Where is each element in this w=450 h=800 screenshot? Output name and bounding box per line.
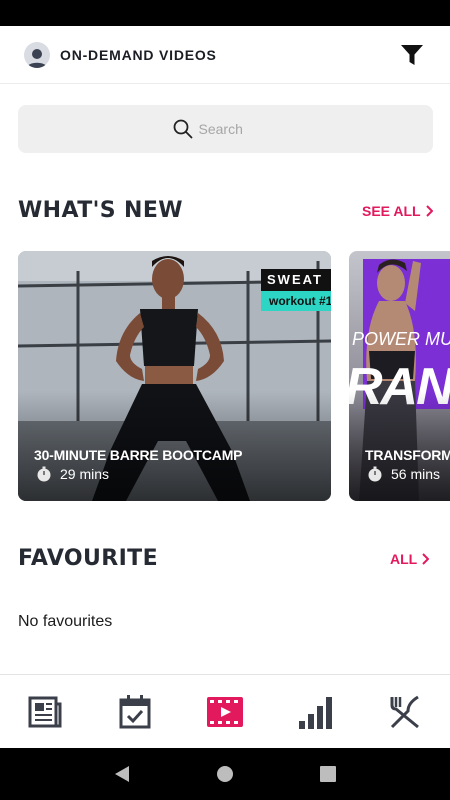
user-icon <box>27 48 47 68</box>
all-favourites-link[interactable]: ALL <box>390 551 430 567</box>
card-gradient <box>18 391 331 501</box>
app-header: ON-DEMAND VIDEOS <box>0 26 450 84</box>
chevron-right-icon <box>422 553 430 565</box>
system-nav-bar <box>0 748 450 800</box>
card-duration: 56 mins <box>367 466 440 482</box>
duration-text: 56 mins <box>391 466 441 482</box>
video-icon <box>207 696 243 727</box>
card-title: TRANSFORM <box>365 447 450 463</box>
calendar-check-icon <box>119 694 151 728</box>
news-icon <box>28 696 62 727</box>
see-all-link[interactable]: SEE ALL <box>362 203 433 219</box>
search-bar[interactable] <box>18 105 433 153</box>
home-button[interactable] <box>205 754 245 794</box>
duration-text: 29 mins <box>60 466 110 482</box>
nav-news[interactable] <box>15 682 75 742</box>
sweat-badge: SWEAT workout #1 <box>261 269 331 311</box>
video-card[interactable]: POWER MUS RAN TRANSFORM 56 mins <box>349 251 450 501</box>
stats-icon <box>299 696 332 729</box>
food-icon <box>390 695 419 728</box>
chevron-right-icon <box>425 205 433 217</box>
bottom-nav <box>0 674 450 748</box>
search-icon <box>173 119 193 139</box>
all-label: ALL <box>390 551 418 567</box>
whats-new-heading: WHAT'S NEW <box>18 198 183 223</box>
status-bar <box>0 0 450 26</box>
stopwatch-icon <box>368 466 382 482</box>
home-circle-icon <box>216 766 233 782</box>
card-gradient <box>349 391 450 501</box>
whats-new-carousel[interactable]: SWEAT workout #1 30-MINUTE BARRE BOOTCAM… <box>18 251 450 501</box>
nav-videos[interactable] <box>195 682 255 742</box>
filter-button[interactable] <box>398 41 426 69</box>
video-card[interactable]: SWEAT workout #1 30-MINUTE BARRE BOOTCAM… <box>18 251 331 501</box>
empty-favourites-message: No favourites <box>18 613 113 630</box>
badge-workout: workout #1 <box>261 291 331 311</box>
back-button[interactable] <box>102 754 142 794</box>
recents-button[interactable] <box>308 754 348 794</box>
nav-food[interactable] <box>375 682 435 742</box>
search-input[interactable] <box>198 121 279 137</box>
card-overlay-text: POWER MUS <box>352 329 450 349</box>
back-triangle-icon <box>114 766 129 782</box>
avatar[interactable] <box>24 41 50 68</box>
stopwatch-icon <box>37 466 51 482</box>
favourite-heading: FAVOURITE <box>18 546 159 571</box>
nav-progress[interactable] <box>285 682 345 742</box>
page-title: ON-DEMAND VIDEOS <box>60 46 217 63</box>
card-title: 30-MINUTE BARRE BOOTCAMP <box>34 447 243 463</box>
see-all-label: SEE ALL <box>362 203 421 219</box>
nav-planner[interactable] <box>105 682 165 742</box>
badge-brand: SWEAT <box>261 269 331 291</box>
recents-square-icon <box>320 766 337 782</box>
card-duration: 29 mins <box>36 466 109 482</box>
filter-icon <box>401 44 423 65</box>
